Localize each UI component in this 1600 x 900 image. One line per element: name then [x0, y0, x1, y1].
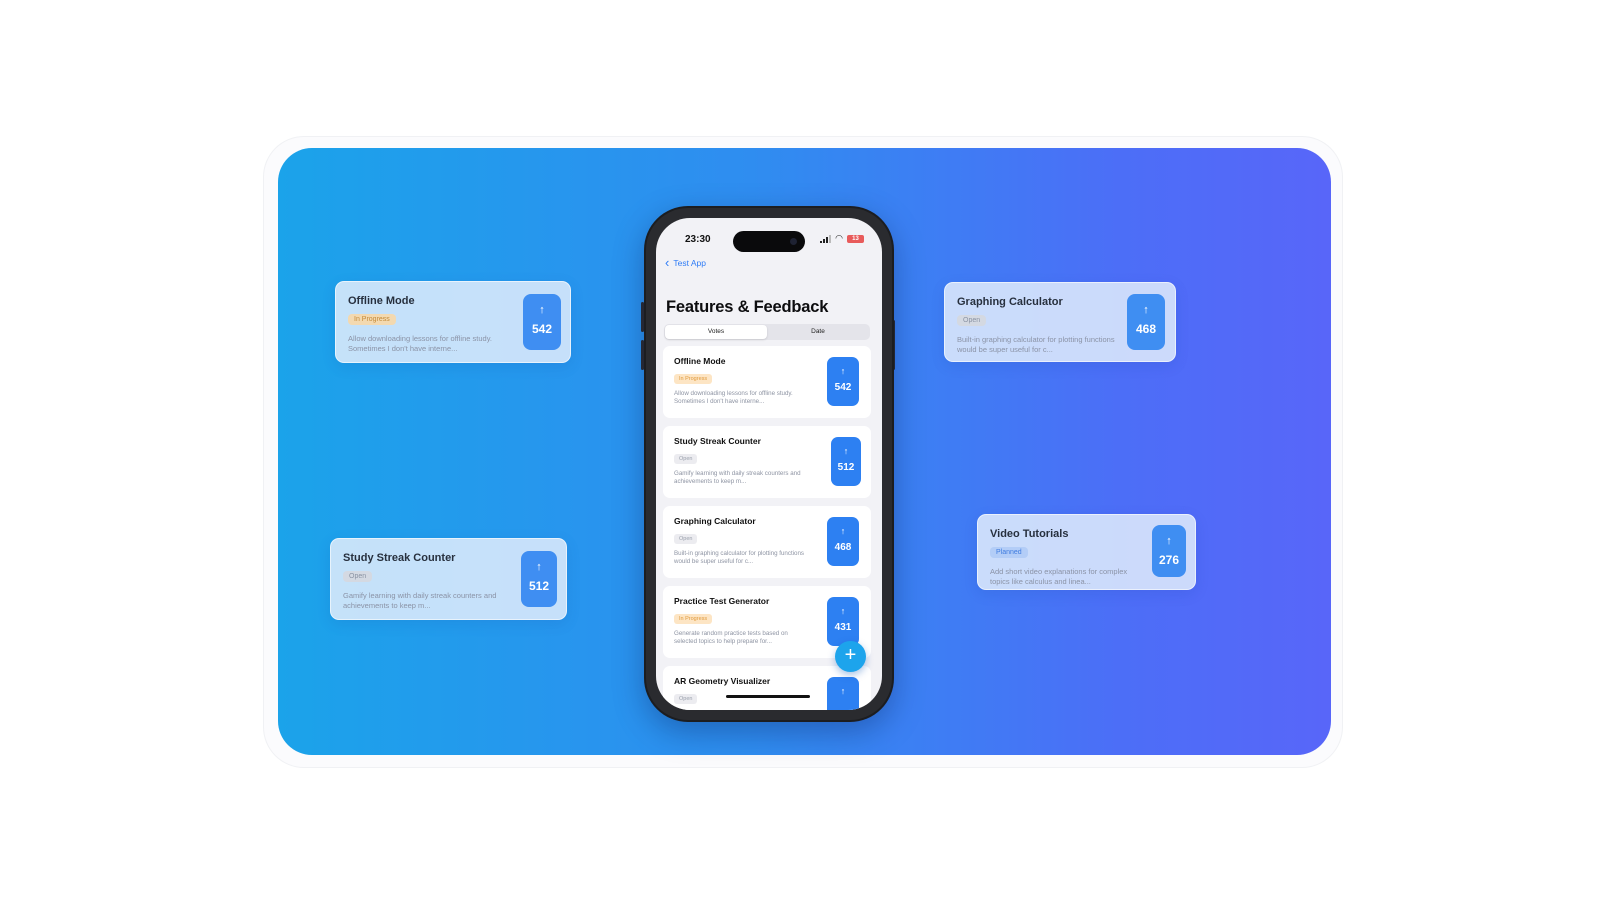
upvote-button: ↑ 276 — [1152, 525, 1186, 577]
upvote-button[interactable]: ↑ 542 — [827, 357, 859, 406]
feature-description: Built-in graphing calculator for plottin… — [674, 550, 805, 565]
home-indicator — [726, 695, 810, 698]
back-button[interactable]: ‹ Test App — [665, 255, 706, 270]
sort-option-votes[interactable]: Votes — [665, 325, 767, 339]
floating-card-study-streak: Study Streak Counter Open Gamify learnin… — [330, 538, 567, 620]
phone-screen: 23:30 ◠ 13 ‹ Test App Features & Feedbac… — [656, 218, 882, 710]
feature-description: Generate random practice tests based on … — [674, 630, 788, 645]
feature-title: Offline Mode — [674, 356, 726, 366]
upvote-button[interactable]: ↑ 431 — [827, 597, 859, 646]
upvote-button[interactable]: ↑ 468 — [827, 517, 859, 566]
status-badge: Planned — [990, 547, 1028, 558]
floating-card-title: Graphing Calculator — [957, 296, 1063, 308]
floating-card-video-tutorials: Video Tutorials Planned Add short video … — [977, 514, 1196, 590]
floating-card-description: Gamify learning with daily streak counte… — [343, 591, 497, 610]
vote-count: 468 — [1135, 322, 1157, 336]
status-badge: Open — [674, 454, 698, 464]
vote-count: 468 — [834, 542, 852, 553]
floating-card-title: Video Tutorials — [990, 528, 1069, 540]
vote-count: 431 — [834, 622, 852, 633]
feature-title: Practice Test Generator — [674, 596, 770, 606]
floating-card-graphing-calculator: Graphing Calculator Open Built-in graphi… — [944, 282, 1176, 362]
status-badge: Open — [674, 694, 698, 704]
floating-card-title: Study Streak Counter — [343, 552, 456, 564]
arrow-up-icon: ↑ — [1166, 535, 1172, 547]
page-title: Features & Feedback — [666, 298, 829, 316]
vote-count: 512 — [528, 579, 550, 593]
wifi-icon: ◠ — [835, 233, 843, 243]
camera-icon — [790, 238, 797, 245]
chevron-left-icon: ‹ — [665, 255, 670, 270]
floating-card-offline-mode: Offline Mode In Progress Allow downloadi… — [335, 281, 571, 363]
feature-title: AR Geometry Visualizer — [674, 676, 771, 686]
plus-icon: + — [844, 644, 857, 666]
status-badge: Open — [674, 534, 698, 544]
arrow-up-icon: ↑ — [1143, 304, 1149, 316]
status-badge: Open — [343, 571, 373, 582]
dynamic-island — [733, 231, 805, 252]
floating-card-title: Offline Mode — [348, 295, 415, 307]
arrow-up-icon: ↑ — [536, 561, 542, 573]
vote-count: 542 — [531, 322, 553, 336]
floating-card-description: Built-in graphing calculator for plottin… — [957, 335, 1115, 354]
list-item[interactable]: AR Geometry Visualizer Open ↑ — [663, 666, 871, 710]
add-feature-button[interactable]: + — [835, 641, 866, 672]
phone-mockup: 23:30 ◠ 13 ‹ Test App Features & Feedbac… — [644, 206, 894, 722]
vote-count: 512 — [837, 462, 855, 473]
upvote-button: ↑ 542 — [523, 294, 561, 350]
signal-icon — [820, 234, 832, 243]
list-item[interactable]: Study Streak Counter Open Gamify learnin… — [663, 426, 871, 498]
feature-title: Study Streak Counter — [674, 436, 761, 446]
upvote-button: ↑ 468 — [1127, 294, 1165, 350]
arrow-up-icon: ↑ — [843, 446, 849, 456]
status-badge: Open — [957, 315, 987, 326]
back-label: Test App — [673, 258, 706, 268]
status-badge: In Progress — [674, 614, 713, 624]
upvote-button[interactable]: ↑ — [827, 677, 859, 710]
sort-option-date[interactable]: Date — [767, 325, 869, 339]
battery-icon: 13 — [847, 234, 864, 243]
feature-description: Allow downloading lessons for offline st… — [674, 390, 793, 405]
arrow-up-icon: ↑ — [840, 526, 846, 536]
vote-count: 542 — [834, 382, 852, 393]
arrow-up-icon: ↑ — [840, 606, 846, 616]
arrow-up-icon: ↑ — [840, 686, 846, 696]
feature-title: Graphing Calculator — [674, 516, 756, 526]
upvote-button: ↑ 512 — [521, 551, 557, 607]
status-badge: In Progress — [348, 314, 396, 325]
arrow-up-icon: ↑ — [840, 366, 846, 376]
list-item[interactable]: Offline Mode In Progress Allow downloadi… — [663, 346, 871, 418]
feature-description: Gamify learning with daily streak counte… — [674, 470, 801, 485]
status-time: 23:30 — [685, 234, 711, 245]
vote-count: 276 — [1158, 553, 1180, 567]
floating-card-description: Add short video explanations for complex… — [990, 567, 1128, 586]
status-icons: ◠ 13 — [820, 234, 864, 243]
floating-card-description: Allow downloading lessons for offline st… — [348, 334, 492, 353]
list-item[interactable]: Graphing Calculator Open Built-in graphi… — [663, 506, 871, 578]
sort-segmented-control: Votes Date — [664, 324, 870, 340]
upvote-button[interactable]: ↑ 512 — [831, 437, 861, 486]
status-badge: In Progress — [674, 374, 713, 384]
arrow-up-icon: ↑ — [539, 304, 545, 316]
